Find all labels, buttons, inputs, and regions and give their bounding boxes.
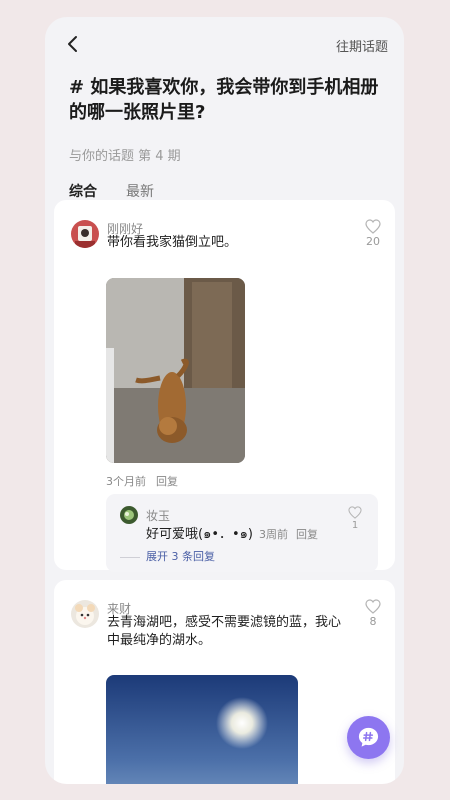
post-meta: 3个月前 回复 [106,473,178,489]
like-count: 20 [366,235,380,248]
comment-text: 好可爱哦(๑•．•๑) 3周前 回复 [146,523,318,544]
comment-like-button[interactable]: 1 [346,506,364,531]
comment-like-count: 1 [351,520,359,531]
topic-subtitle: 与你的话题 第 4 期 [69,149,181,164]
heart-icon [365,599,381,614]
like-button[interactable]: 20 [363,219,383,248]
top-bar: 往期话题 [45,17,404,73]
post-text: 带你看我家猫倒立吧。 [107,235,238,250]
topic-title: # 如果我喜欢你，我会带你到手机相册的哪一张照片里? [69,77,379,123]
topic-page: 往期话题 # 如果我喜欢你，我会带你到手机相册的哪一张照片里? 与你的话题 第 … [45,17,404,784]
comment-box: 妆玉 好可爱哦(๑•．•๑) 3周前 回复 1 展开 3 条回复 [106,494,378,572]
tab-latest[interactable]: 最新 [126,181,154,201]
reply-button[interactable]: 回复 [156,475,178,488]
new-topic-post-button[interactable] [347,716,390,759]
post-card: 刚刚好 带你看我家猫倒立吧。 20 3个月前 回复 妆玉 好可爱哦(๑•．•๑)… [54,200,395,572]
like-button[interactable]: 8 [363,599,383,628]
post-card: 来财 去青海湖吧，感受不需要滤镜的蓝，我心中最纯净的湖水。 8 [54,580,395,784]
cat-handstand-photo[interactable] [106,278,245,463]
expand-replies-link[interactable]: 展开 3 条回复 [120,548,215,564]
avatar[interactable] [71,600,99,628]
tab-general[interactable]: 综合 [69,181,97,201]
heart-icon [365,219,381,234]
chevron-left-icon[interactable] [63,34,83,54]
comment-time: 3周前 [258,528,288,541]
post-text: 去青海湖吧，感受不需要滤镜的蓝，我心中最纯净的湖水。 [107,615,342,648]
heart-icon [348,506,362,519]
hashtag-chat-icon [358,727,379,747]
avatar[interactable] [120,506,138,524]
like-count: 8 [369,615,377,628]
comment-username[interactable]: 妆玉 [146,507,170,524]
comment-reply-button[interactable]: 回复 [296,528,318,541]
past-topics-link[interactable]: 往期话题 [336,36,388,55]
avatar[interactable] [71,220,99,248]
post-time: 3个月前 [106,475,146,488]
qinghai-lake-photo[interactable] [106,675,298,784]
comment-body: 好可爱哦(๑•．•๑) [146,527,253,542]
